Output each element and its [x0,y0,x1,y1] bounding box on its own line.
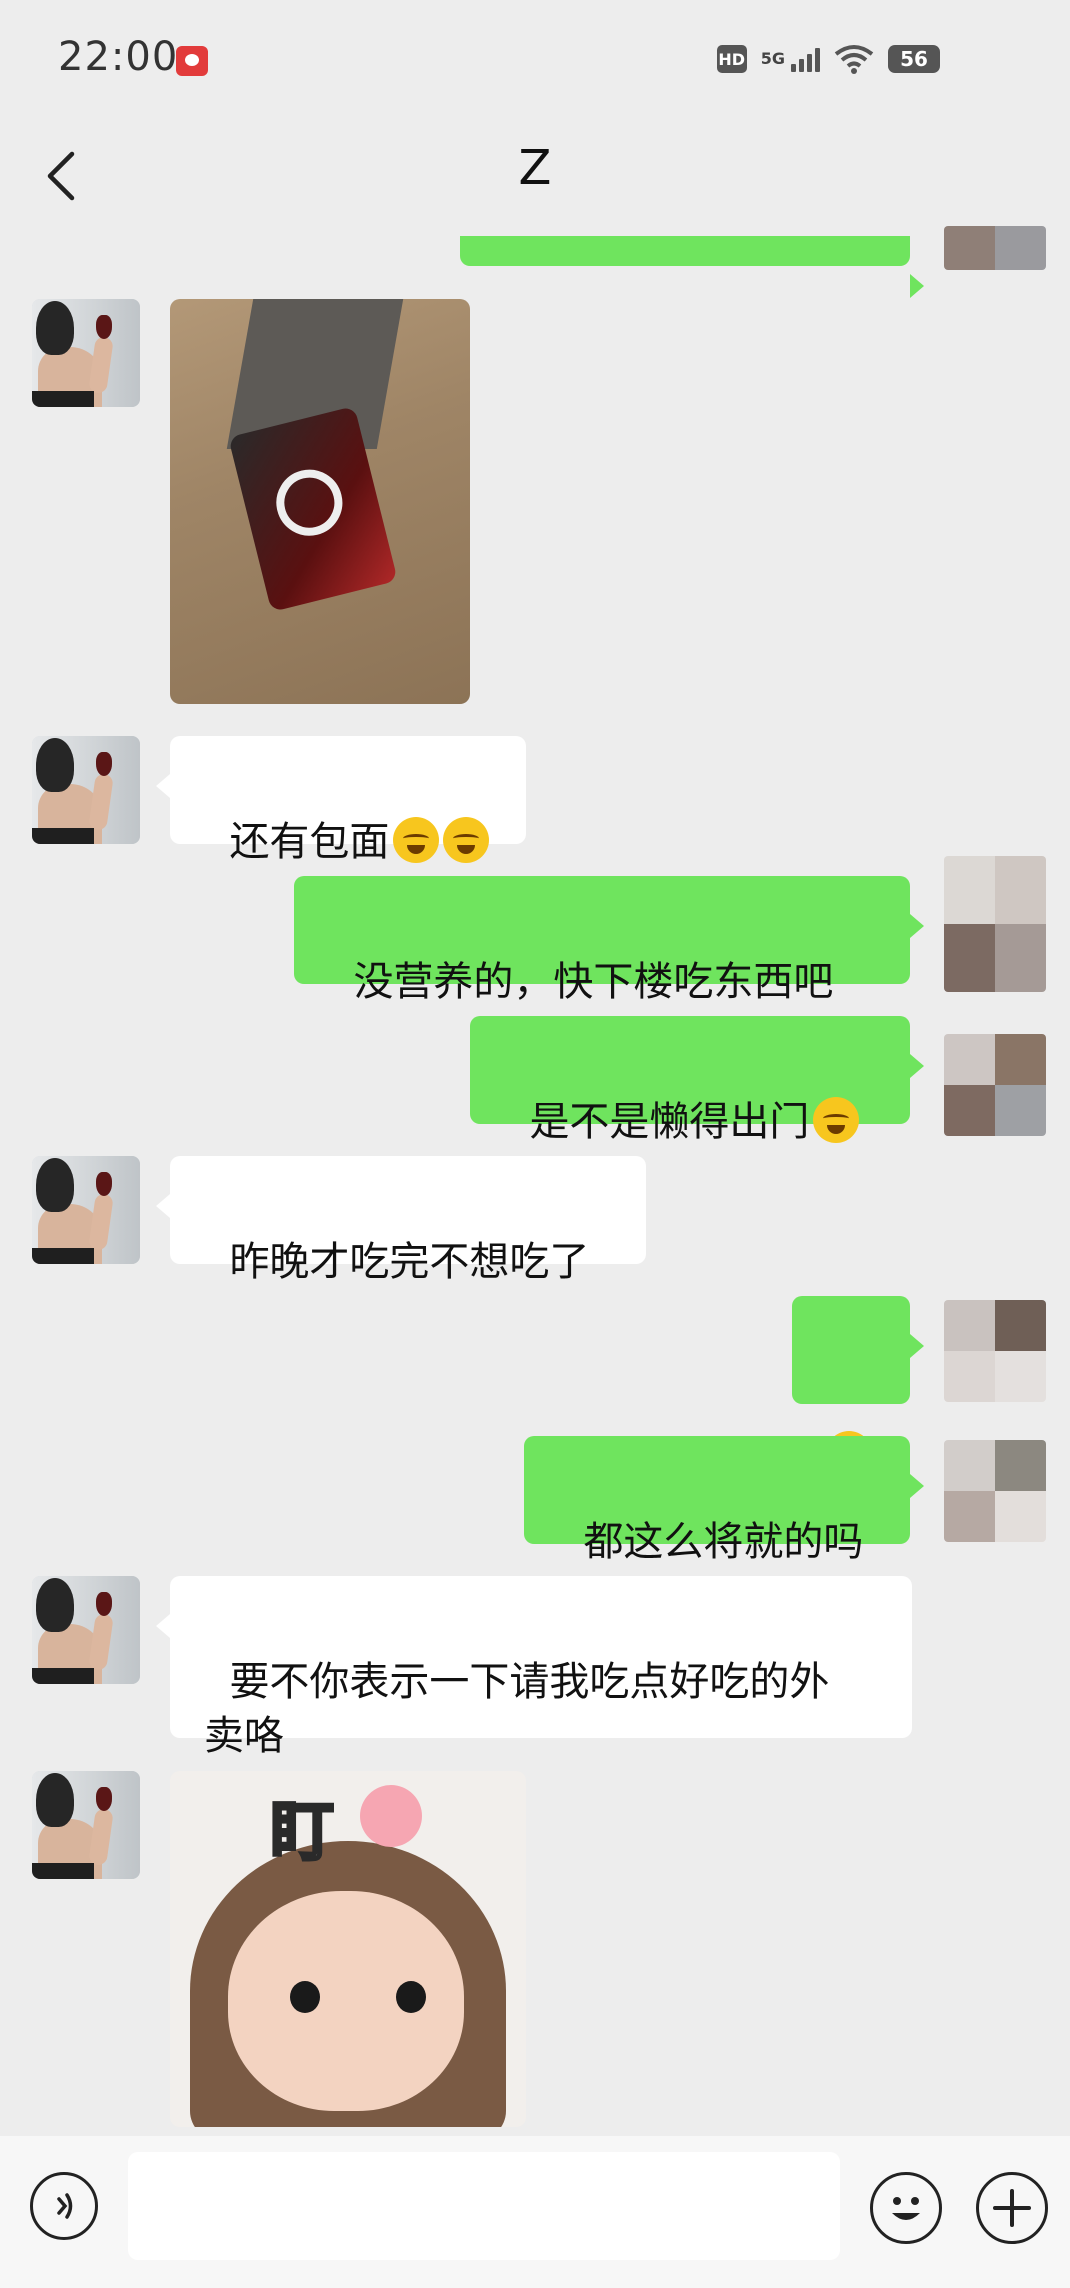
pig-face-icon [360,1785,422,1847]
crying-face-emoji-icon [443,817,490,863]
plus-icon[interactable] [976,2172,1048,2244]
my-avatar[interactable] [944,856,1046,992]
status-indicators: HD 5G 56 [716,44,940,74]
emoji-icon[interactable] [870,2172,942,2244]
message-bubble[interactable]: 昨晚才吃完不想吃了 [156,1156,646,1285]
message-bubble-cropped[interactable] [460,236,924,298]
chat-title: Z [518,140,552,196]
message-bubble[interactable]: 都这么将就的吗 [524,1436,924,1565]
message-text: 没营养的，快下楼吃东西吧 [353,959,834,1005]
contact-avatar[interactable] [32,1771,140,1879]
hd-badge: HD [716,45,747,73]
contact-avatar[interactable] [32,1156,140,1264]
message-text: 还有包面 [229,819,390,865]
message-input[interactable] [128,2152,840,2260]
wifi-icon [834,45,874,74]
contact-avatar[interactable] [32,1576,140,1684]
message-bubble[interactable]: 是不是懒得出门 [470,1016,924,1145]
message-text: 要不你表示一下请我吃点好吃的外 卖咯 [204,1659,830,1759]
message-bubble[interactable]: 没营养的，快下楼吃东西吧 [294,876,924,1005]
message-bubble[interactable]: 要不你表示一下请我吃点好吃的外 卖咯 [156,1576,912,1759]
battery-indicator: 56 [888,45,940,73]
voice-icon[interactable] [30,2172,98,2240]
signal-icon [791,46,820,72]
contact-avatar[interactable] [32,299,140,407]
my-avatar[interactable] [944,1440,1046,1542]
status-time: 22:00 [58,34,179,80]
laughing-crying-face-emoji-icon [813,1097,860,1143]
network-label: 5G [760,49,785,68]
message-bubble[interactable] [792,1296,924,1477]
message-image-sticker[interactable]: 盯 [170,1771,526,2127]
contact-avatar[interactable] [32,736,140,844]
my-avatar[interactable] [944,1300,1046,1402]
app-notification-icon [176,46,208,76]
my-avatar[interactable] [944,226,1046,270]
message-image-photo[interactable] [170,299,470,704]
crying-face-emoji-icon [393,817,440,863]
sticker-text: 盯 [269,1795,336,1872]
message-bubble[interactable]: 还有包面 [156,736,526,865]
message-text: 昨晚才吃完不想吃了 [229,1239,590,1285]
message-text: 都这么将就的吗 [583,1519,864,1565]
my-avatar[interactable] [944,1034,1046,1136]
message-text: 是不是懒得出门 [529,1099,810,1145]
